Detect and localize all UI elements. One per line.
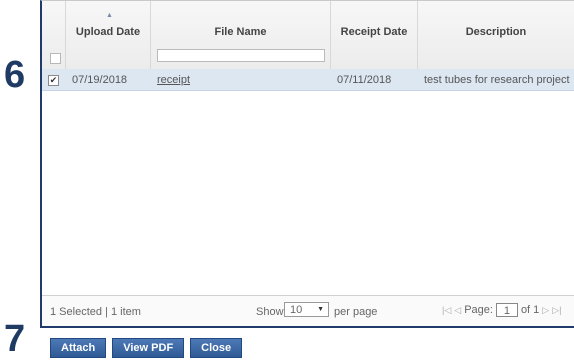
- upload-date-cell: 07/19/2018: [72, 73, 128, 86]
- table-row[interactable]: ✔ 07/19/2018 receipt 07/11/2018 test tub…: [42, 69, 574, 91]
- description-cell: test tubes for research project: [424, 73, 570, 86]
- page-size-select[interactable]: 10 ▼: [284, 302, 329, 317]
- receipt-date-cell: 07/11/2018: [337, 73, 392, 86]
- first-page-icon[interactable]: |◁: [442, 305, 451, 316]
- view-pdf-button[interactable]: View PDF: [112, 338, 185, 358]
- column-label: File Name: [214, 26, 267, 38]
- file-name-cell: receipt: [151, 74, 331, 86]
- grid-footer: 1 Selected | 1 item Show 10 ▼ per page |…: [42, 295, 574, 326]
- row-checkbox[interactable]: ✔: [48, 74, 59, 86]
- attach-button[interactable]: Attach: [50, 338, 107, 358]
- page-count: of 1: [520, 304, 540, 316]
- column-label: Description: [465, 26, 527, 38]
- file-name-filter-input[interactable]: [157, 49, 325, 62]
- column-header-description[interactable]: Description: [418, 1, 574, 69]
- column-header-receipt-date[interactable]: Receipt Date: [331, 1, 418, 69]
- page-size-value: 10: [290, 304, 303, 316]
- previous-page-icon[interactable]: ◁: [454, 305, 461, 316]
- selection-count: 1 Selected | 1 item: [50, 306, 141, 318]
- next-page-icon[interactable]: ▷: [542, 305, 549, 316]
- header-select-all-cell: [42, 1, 66, 69]
- close-button[interactable]: Close: [190, 338, 243, 358]
- show-label: Show: [256, 306, 284, 318]
- page-label: Page:: [464, 304, 493, 316]
- column-label: Upload Date: [75, 26, 141, 38]
- action-button-bar: Attach View PDF Close: [50, 338, 243, 358]
- attachments-grid: ▲ Upload Date File Name Receipt Date Des…: [40, 0, 574, 328]
- grid-header: ▲ Upload Date File Name Receipt Date Des…: [42, 1, 574, 70]
- row-select-cell: ✔: [42, 74, 66, 86]
- step-number-7: 7: [4, 318, 26, 360]
- last-page-icon[interactable]: ▷|: [552, 305, 561, 316]
- column-header-upload-date[interactable]: ▲ Upload Date: [66, 1, 151, 69]
- sort-indicator-icon: ▲: [106, 12, 113, 19]
- page-number-input[interactable]: 1: [495, 303, 518, 317]
- select-all-checkbox[interactable]: [50, 53, 61, 64]
- column-label: Receipt Date: [340, 26, 408, 38]
- column-header-file-name[interactable]: File Name: [151, 1, 331, 69]
- pager: |◁ ◁ Page: 1 of 1 ▷ ▷|: [442, 302, 561, 318]
- chevron-down-icon: ▼: [317, 306, 324, 313]
- per-page-label: per page: [334, 306, 378, 318]
- step-number-6: 6: [4, 54, 26, 96]
- file-name-link[interactable]: receipt: [157, 74, 190, 86]
